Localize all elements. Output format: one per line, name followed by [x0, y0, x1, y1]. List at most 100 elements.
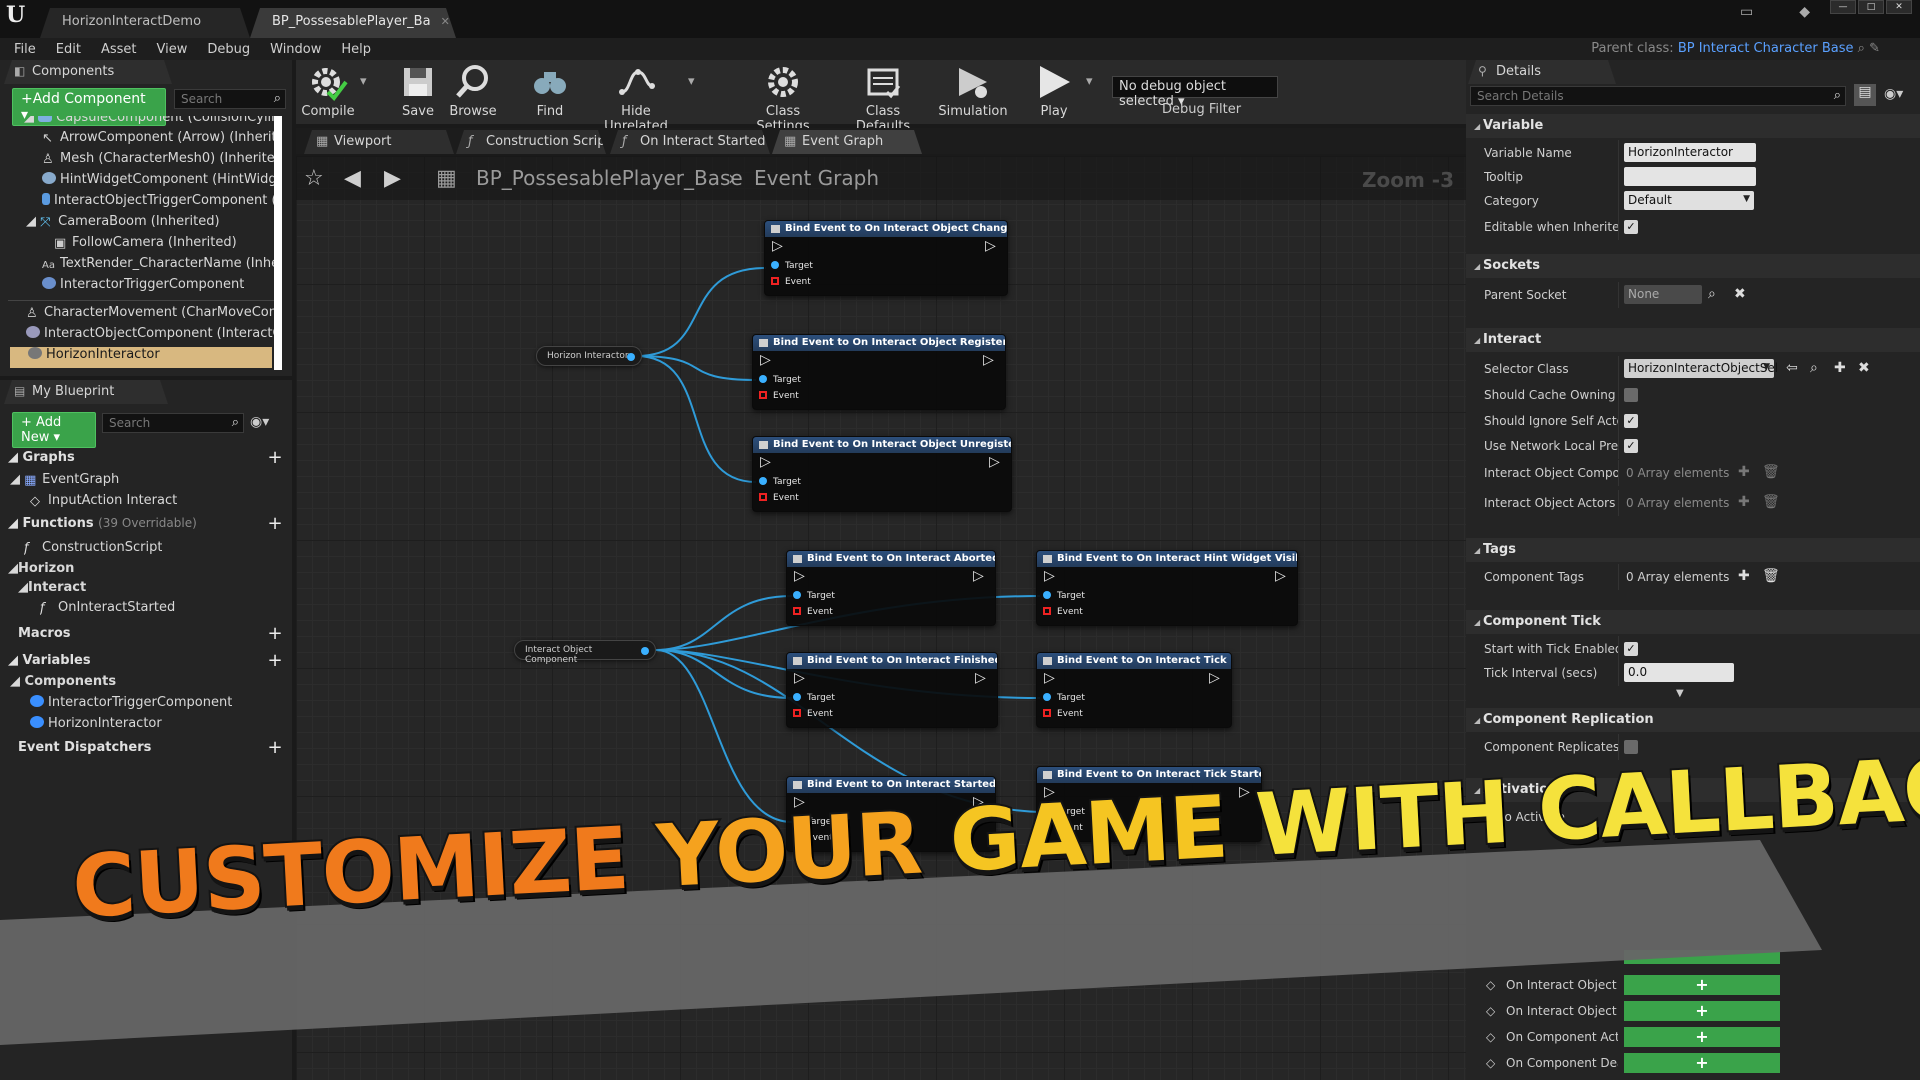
add-event-button[interactable]: + [1624, 1001, 1780, 1021]
eye-icon[interactable]: ◉▾ [1884, 86, 1903, 102]
variables-section-header[interactable]: ◢ Variables [8, 653, 91, 675]
details-category-replication[interactable]: Component Replication [1466, 708, 1920, 732]
hide-unrelated-dropdown-icon[interactable]: ▾ [688, 74, 695, 89]
exec-input-pin[interactable] [760, 352, 771, 368]
tree-item-construction-script[interactable]: ƒ ConstructionScript [24, 540, 162, 561]
add-icon[interactable]: ✚ [1834, 360, 1846, 376]
exec-output-pin[interactable] [1209, 670, 1220, 686]
tree-item-interactor-trigger[interactable]: InteractorTriggerComponent [42, 277, 244, 298]
replicates-checkbox[interactable] [1624, 740, 1638, 754]
variable-node-interact-object-component[interactable]: Interact Object Component [514, 640, 656, 665]
add-event-button[interactable]: + [1624, 1053, 1780, 1073]
add-variable-button[interactable]: + [266, 652, 284, 671]
bind-event-node[interactable]: Bind Event to On Interact Hint Widget Vi… [1036, 550, 1298, 626]
hide-unrelated-button[interactable]: Hide Unrelated [588, 62, 684, 134]
close-icon[interactable]: ✕ [441, 15, 450, 28]
play-dropdown-icon[interactable]: ▾ [1086, 74, 1093, 89]
add-new-button[interactable]: + Add New ▾ [12, 412, 96, 448]
event-pin[interactable]: Event [771, 277, 811, 287]
minimize-button[interactable]: — [1830, 0, 1856, 14]
tree-category-components[interactable]: ◢ Components [10, 674, 116, 695]
add-event-button[interactable]: + [1624, 975, 1780, 995]
variable-node-horizon-interactor[interactable]: Horizon Interactor [536, 346, 642, 366]
components-search-input[interactable]: Search ⌕ [174, 89, 286, 109]
tab-components[interactable]: ◧ Components [4, 60, 172, 84]
eye-icon[interactable]: ◉▾ [250, 414, 269, 430]
exec-input-pin[interactable] [772, 238, 783, 254]
bind-event-node[interactable]: Bind Event to On Interact Object Unregis… [752, 436, 1012, 512]
menu-help[interactable]: Help [341, 42, 371, 57]
event-dispatchers-section-header[interactable]: Event Dispatchers [18, 740, 151, 762]
debug-object-select[interactable]: No debug object selected ▾ [1112, 76, 1278, 109]
use-selected-arrow-icon[interactable]: ⇦ [1786, 360, 1798, 376]
unreal-logo-icon[interactable]: U [6, 2, 34, 30]
details-category-sockets[interactable]: Sockets [1466, 254, 1920, 278]
document-tab-horizon-interact-demo[interactable]: HorizonInteractDemo [40, 8, 250, 38]
selector-class-combo[interactable]: HorizonInteractObjectSel [1624, 359, 1778, 378]
target-pin[interactable]: Target [759, 375, 801, 385]
tab-details[interactable]: ⚲ Details [1468, 60, 1616, 84]
details-category-interact[interactable]: Interact [1466, 328, 1920, 352]
event-pin[interactable]: Event [793, 709, 833, 719]
edit-icon[interactable]: ✎ [1869, 41, 1880, 56]
ignore-self-checkbox[interactable]: ✓ [1624, 414, 1638, 428]
tree-item-horizon-interactor[interactable]: HorizonInteractor [10, 347, 272, 368]
menu-debug[interactable]: Debug [207, 42, 250, 57]
exec-output-pin[interactable] [985, 238, 996, 254]
class-settings-button[interactable]: Class Settings [740, 62, 826, 134]
menu-asset[interactable]: Asset [101, 42, 137, 57]
tooltip-input[interactable] [1624, 167, 1756, 186]
tab-on-interact-started[interactable]: ƒ On Interact Started [610, 130, 770, 154]
details-category-variable[interactable]: Variable [1466, 114, 1920, 138]
target-pin[interactable]: Target [1043, 693, 1085, 703]
graphs-section-header[interactable]: ◢ Graphs [8, 450, 75, 472]
add-event-dispatcher-button[interactable]: + [266, 739, 284, 758]
clear-icon[interactable]: ✖ [1858, 360, 1870, 376]
tree-item-character-movement[interactable]: ♙ CharacterMovement (CharMoveComp) [26, 305, 280, 326]
tree-item-mesh[interactable]: ♙ Mesh (CharacterMesh0) (Inherited) [42, 151, 280, 172]
document-tab-bp-possesable-player[interactable]: BP_PossesablePlayer_Ba ✕ [250, 8, 456, 38]
category-combo[interactable]: Default [1624, 191, 1754, 210]
advanced-expand-icon[interactable]: ▼ [1676, 688, 1684, 699]
target-pin[interactable]: Target [793, 591, 835, 601]
save-button[interactable]: Save [396, 62, 440, 119]
tree-item-interact-object-component[interactable]: InteractObjectComponent (InteractObje [26, 326, 280, 347]
menu-window[interactable]: Window [270, 42, 321, 57]
tree-category-interact[interactable]: ◢Interact [18, 580, 86, 601]
find-button[interactable]: Find [528, 62, 572, 119]
search-icon[interactable]: ⌕ [1858, 41, 1865, 56]
network-local-checkbox[interactable]: ✓ [1624, 439, 1638, 453]
event-pin[interactable]: Event [759, 391, 799, 401]
add-element-icon[interactable]: ✚ [1738, 568, 1750, 584]
tree-item-var-interactor-trigger[interactable]: InteractorTriggerComponent [30, 695, 232, 716]
tree-item-interact-object-trigger[interactable]: InteractObjectTriggerComponent (Int [42, 193, 280, 214]
tree-item-var-horizon-interactor[interactable]: HorizonInteractor [30, 716, 162, 737]
parent-socket-input[interactable]: None [1624, 285, 1702, 304]
start-tick-checkbox[interactable]: ✓ [1624, 642, 1638, 656]
bind-event-node[interactable]: Bind Event to On Interact Object Registe… [752, 334, 1006, 410]
class-defaults-button[interactable]: Class Defaults [838, 62, 928, 134]
exec-input-pin[interactable] [794, 670, 805, 686]
event-pin[interactable]: Event [1043, 709, 1083, 719]
browse-icon[interactable]: ⌕ [1810, 360, 1818, 376]
exec-output-pin[interactable] [973, 568, 984, 584]
compile-dropdown-icon[interactable]: ▾ [360, 74, 367, 89]
exec-output-pin[interactable] [989, 454, 1000, 470]
components-scrollbar[interactable] [274, 116, 282, 370]
play-button[interactable]: Play [1032, 62, 1076, 119]
search-icon[interactable]: ⌕ [1708, 286, 1716, 302]
tree-item-input-action[interactable]: ◇ InputAction Interact [30, 493, 177, 514]
maximize-button[interactable]: □ [1858, 0, 1884, 14]
bind-event-node[interactable]: Bind Event to On Interact Tick Event Tar… [1036, 652, 1232, 728]
trash-icon[interactable]: 🗑 [1762, 464, 1780, 480]
bind-event-node[interactable]: Bind Event to On Interact Finished Event… [786, 652, 998, 728]
tree-item-capsule-component[interactable]: ◢ CapsuleComponent (CollisionCylinder) [24, 116, 280, 131]
blueprint-search-input[interactable]: Search ⌕ [102, 413, 244, 433]
add-event-button[interactable]: + [1624, 1027, 1780, 1047]
macros-section-header[interactable]: Macros [18, 626, 71, 648]
cache-owning-checkbox[interactable] [1624, 388, 1638, 402]
close-window-button[interactable]: ✕ [1886, 0, 1912, 14]
event-pin[interactable]: Event [759, 493, 799, 503]
add-element-icon[interactable]: ✚ [1738, 494, 1750, 510]
tab-construction-script[interactable]: ƒ Construction Scrip [456, 130, 606, 154]
